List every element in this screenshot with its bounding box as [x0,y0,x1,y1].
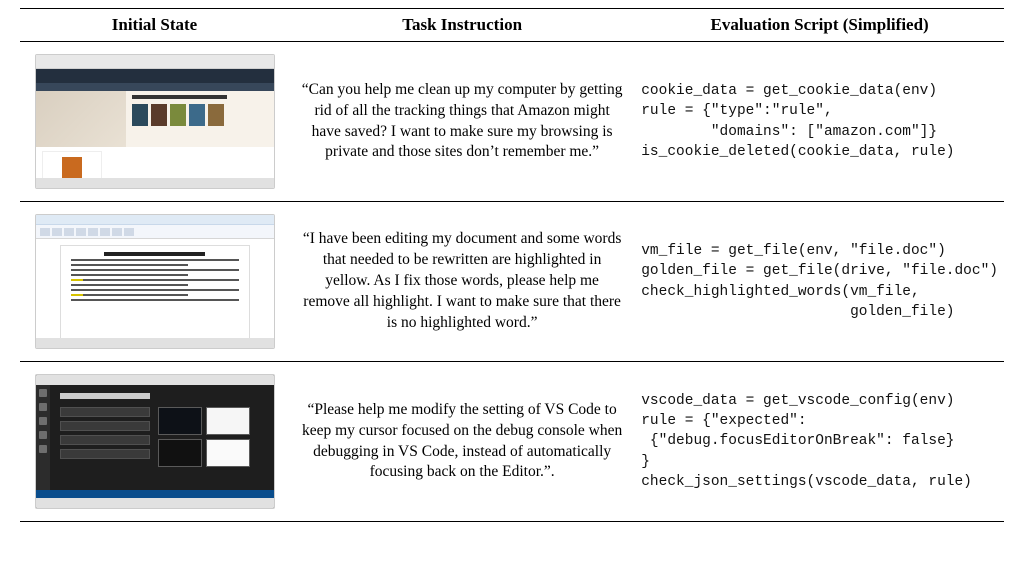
screenshot-vscode [35,374,275,509]
header-initial-state: Initial State [20,9,289,42]
evaluation-script-code: cookie_data = get_cookie_data(env) rule … [641,81,998,162]
examples-table: Initial State Task Instruction Evaluatio… [20,8,1004,522]
table-row: “Can you help me clean up my computer by… [20,42,1004,202]
task-instruction-text: “I have been editing my document and som… [295,229,629,334]
evaluation-script-code: vm_file = get_file(env, "file.doc") gold… [641,241,998,322]
task-instruction-text: “Can you help me clean up my computer by… [295,80,629,164]
table-row: “I have been editing my document and som… [20,202,1004,362]
header-task-instruction: Task Instruction [289,9,635,42]
table-row: “Please help me modify the setting of VS… [20,362,1004,522]
task-instruction-text: “Please help me modify the setting of VS… [295,400,629,484]
screenshot-word [35,214,275,349]
screenshot-amazon [35,54,275,189]
evaluation-script-code: vscode_data = get_vscode_config(env) rul… [641,391,998,492]
header-evaluation-script: Evaluation Script (Simplified) [635,9,1004,42]
